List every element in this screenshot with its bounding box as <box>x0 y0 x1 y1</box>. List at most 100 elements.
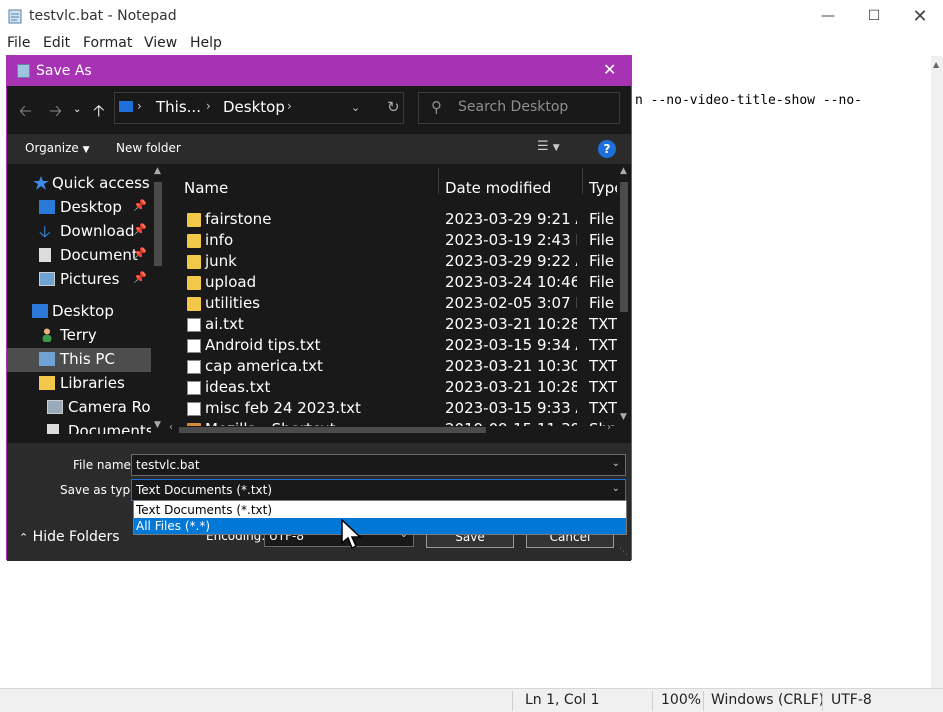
scroll-thumb[interactable] <box>179 427 486 433</box>
file-row[interactable]: junk 2023-03-29 9:22 A... File <box>165 252 617 273</box>
new-folder-button[interactable]: New folder <box>116 141 181 155</box>
close-icon[interactable]: ✕ <box>897 0 943 32</box>
scroll-right-icon[interactable]: › <box>607 422 611 433</box>
option-label: Text Documents (*.txt) <box>136 503 273 517</box>
scroll-up-icon[interactable]: ▲ <box>620 166 627 176</box>
breadcrumb-desktop[interactable]: Desktop <box>223 98 285 116</box>
nav-pictures[interactable]: Pictures 📌 <box>7 268 153 292</box>
menu-format[interactable]: Format <box>83 35 132 51</box>
file-type: File <box>589 231 615 249</box>
address-bar[interactable]: › This... › Desktop › ⌄ ↻ <box>114 92 404 124</box>
notepad-app-icon <box>8 8 22 24</box>
search-input[interactable]: Search Desktop <box>458 99 568 115</box>
file-date: 2023-03-19 2:43 P... <box>445 231 577 249</box>
file-row[interactable]: utilities 2023-02-05 3:07 P... File <box>165 294 617 315</box>
chevron-down-icon[interactable]: ⌄ <box>612 458 620 469</box>
file-name: Android tips.txt <box>205 336 321 354</box>
hide-folders-button[interactable]: ⌃ Hide Folders <box>19 529 120 545</box>
scroll-up-icon[interactable]: ▲ <box>154 166 161 176</box>
scroll-left-icon[interactable]: ‹ <box>169 422 173 433</box>
scroll-down-icon[interactable]: ▼ <box>620 412 627 422</box>
file-row[interactable]: cap america.txt 2023-03-21 10:30 ... TXT <box>165 357 617 378</box>
dialog-titlebar[interactable]: Save As ✕ <box>7 56 631 86</box>
column-header-date[interactable]: Date modified <box>445 179 551 197</box>
scroll-up-icon[interactable]: ▲ <box>933 60 939 69</box>
pin-icon: 📌 <box>133 199 147 212</box>
column-header-type[interactable]: Type <box>589 179 617 197</box>
back-arrow-icon[interactable]: 🡠 <box>19 100 32 127</box>
dropdown-option-all-files[interactable]: All Files (*.*) <box>134 518 626 534</box>
close-icon[interactable]: ✕ <box>603 60 616 79</box>
recent-chevron-icon[interactable]: ⌄ <box>73 104 81 115</box>
file-row[interactable]: fairstone 2023-03-29 9:21 A... File <box>165 210 617 231</box>
file-list-hscroll[interactable]: ‹ › <box>165 422 617 434</box>
nav-camera-roll[interactable]: Camera Rol <box>7 396 155 420</box>
nav-label: This PC <box>60 350 115 368</box>
forward-arrow-icon[interactable]: 🡢 <box>49 100 62 127</box>
search-box[interactable]: ⚲ Search Desktop <box>418 92 620 124</box>
nav-documents-pinned[interactable]: Document 📌 <box>7 244 153 268</box>
file-type: TXT <box>589 315 617 333</box>
nav-this-pc[interactable]: This PC <box>7 348 153 372</box>
star-icon <box>33 176 49 190</box>
file-row[interactable]: ideas.txt 2023-03-21 10:28 ... TXT <box>165 378 617 399</box>
file-name: upload <box>205 273 257 291</box>
refresh-icon[interactable]: ↻ <box>387 98 400 116</box>
notepad-titlebar[interactable]: testvlc.bat - Notepad — ☐ ✕ <box>0 0 943 32</box>
organize-button[interactable]: Organize ▼ <box>25 141 90 155</box>
navigation-pane[interactable]: Quick access Desktop 📌 🡣 Download 📌 Docu… <box>7 164 165 434</box>
mouse-cursor-icon <box>341 519 362 550</box>
desktop-icon <box>39 200 55 214</box>
nav-documents[interactable]: Documents <box>7 420 154 434</box>
file-list-vscroll[interactable]: ▲ ▼ <box>617 164 631 426</box>
pin-icon: 📌 <box>133 247 147 260</box>
file-list[interactable]: ⌃ Name Date modified Type fairstone 2023-… <box>165 164 631 434</box>
dropdown-option-text-documents[interactable]: Text Documents (*.txt) <box>134 502 626 518</box>
resize-grip-icon[interactable]: ⋱ <box>619 547 628 557</box>
file-date: 2023-03-15 9:33 A... <box>445 399 577 417</box>
file-date: 2023-03-21 10:30 ... <box>445 357 577 375</box>
view-options-icon[interactable]: ☰ ▼ <box>537 139 560 154</box>
nav-libraries[interactable]: Libraries <box>7 372 153 396</box>
help-icon[interactable]: ? <box>598 140 616 158</box>
scroll-down-icon[interactable]: ▼ <box>154 420 161 430</box>
minimize-icon[interactable]: — <box>805 0 851 32</box>
nav-downloads[interactable]: 🡣 Download 📌 <box>7 220 153 244</box>
scroll-thumb[interactable] <box>620 182 628 312</box>
scroll-thumb[interactable] <box>154 182 162 266</box>
file-row[interactable]: misc feb 24 2023.txt 2023-03-15 9:33 A...… <box>165 399 617 420</box>
menu-file[interactable]: File <box>7 35 30 51</box>
file-type: File <box>589 252 615 270</box>
menu-view[interactable]: View <box>144 35 177 51</box>
column-header-name[interactable]: Name <box>184 179 228 197</box>
save-as-type-select[interactable]: Text Documents (*.txt) ⌄ <box>131 479 626 501</box>
file-row[interactable]: ai.txt 2023-03-21 10:28 ... TXT <box>165 315 617 336</box>
notepad-statusbar: Ln 1, Col 1 100% Windows (CRLF) UTF-8 <box>0 688 943 712</box>
nav-desktop-pinned[interactable]: Desktop 📌 <box>7 196 153 220</box>
chevron-down-icon[interactable]: ⌄ <box>351 101 360 114</box>
nav-label: Quick access <box>52 174 150 192</box>
chevron-down-icon[interactable]: ⌄ <box>612 483 620 494</box>
save-as-type-dropdown[interactable]: Text Documents (*.txt) All Files (*.*) <box>133 500 627 535</box>
file-date: 2023-03-21 10:28 ... <box>445 315 577 333</box>
nav-user-terry[interactable]: Terry <box>7 324 153 348</box>
up-arrow-icon[interactable]: 🡡 <box>93 100 105 127</box>
maximize-icon[interactable]: ☐ <box>851 0 897 32</box>
file-row[interactable]: Android tips.txt 2023-03-15 9:34 A... TXT <box>165 336 617 357</box>
file-row[interactable]: upload 2023-03-24 10:46 ... File <box>165 273 617 294</box>
nav-label: Download <box>60 222 135 240</box>
nav-quick-access[interactable]: Quick access <box>7 172 153 196</box>
breadcrumb-this-pc[interactable]: This... <box>156 98 201 116</box>
menu-help[interactable]: Help <box>190 35 222 51</box>
file-type: TXT <box>589 357 617 375</box>
nav-pane-scrollbar[interactable]: ▲ ▼ <box>151 164 165 434</box>
file-row[interactable]: info 2023-03-19 2:43 P... File <box>165 231 617 252</box>
menu-edit[interactable]: Edit <box>43 35 70 51</box>
nav-desktop[interactable]: Desktop <box>7 300 153 324</box>
nav-label: Pictures <box>60 270 120 288</box>
file-name-label: File name: <box>73 458 135 472</box>
file-type: File <box>589 273 615 291</box>
dialog-navbar: 🡠 🡢 ⌄ 🡡 › This... › Desktop › ⌄ ↻ ⚲ Sear… <box>7 86 631 134</box>
notepad-scrollbar[interactable]: ▲ <box>931 56 943 688</box>
file-name-input[interactable]: testvlc.bat ⌄ <box>131 454 626 476</box>
